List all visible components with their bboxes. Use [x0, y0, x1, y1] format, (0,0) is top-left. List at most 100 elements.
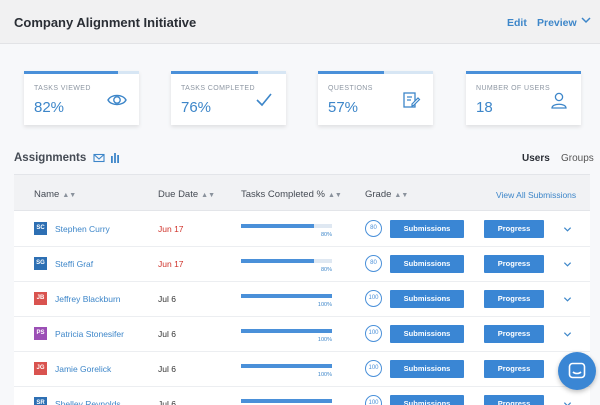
check-icon — [256, 93, 272, 107]
mail-icon[interactable] — [93, 152, 105, 164]
stat-label: QUESTIONS — [328, 85, 373, 92]
stat-card-number-of-users: NUMBER OF USERS 18 — [466, 71, 581, 125]
progress-button[interactable]: Progress — [484, 325, 544, 343]
column-header-tasks-completed[interactable]: Tasks Completed % ▲▼ — [241, 189, 342, 200]
edit-link[interactable]: Edit — [507, 17, 527, 29]
bar-chart-icon[interactable] — [109, 152, 121, 164]
due-date: Jul 6 — [158, 294, 176, 304]
chevron-down-icon[interactable] — [580, 14, 592, 26]
completion-percent: 80% — [320, 232, 332, 238]
table-row: SG Steffi Graf Jun 17 80% 80 Submissions Progr… — [14, 247, 590, 282]
chat-icon — [568, 362, 586, 379]
avatar: JG — [34, 362, 47, 375]
user-name-link[interactable]: Shelley Reynolds — [55, 399, 121, 405]
chevron-down-icon[interactable] — [563, 225, 572, 234]
sort-icon: ▲▼ — [394, 192, 409, 199]
due-date: Jul 6 — [158, 399, 176, 405]
submissions-button[interactable]: Submissions — [390, 360, 464, 378]
completion-progress-fill — [241, 294, 332, 298]
completion-percent: 100% — [317, 302, 332, 308]
user-name-link[interactable]: Patricia Stonesifer — [55, 329, 124, 339]
table-row: JG Jamie Gorelick Jul 6 100% 100 Submissions P… — [14, 352, 590, 387]
table-row: JB Jeffrey Blackburn Jul 6 100% 100 Submissio… — [14, 282, 590, 317]
edit-note-icon — [403, 92, 421, 108]
stat-label: TASKS COMPLETED — [181, 85, 255, 92]
stat-label: NUMBER OF USERS — [476, 85, 551, 92]
column-header-label: Name — [34, 189, 60, 200]
due-date: Jun 17 — [158, 224, 184, 234]
user-name-link[interactable]: Jamie Gorelick — [55, 364, 111, 374]
top-bar: Company Alignment Initiative Edit Previe… — [0, 0, 600, 44]
column-header-grade[interactable]: Grade ▲▼ — [365, 189, 408, 200]
stat-value: 82% — [34, 99, 65, 116]
completion-progress-bar — [241, 364, 332, 368]
column-header-label: Grade — [365, 189, 392, 200]
completion-progress-fill — [241, 399, 332, 403]
due-date: Jul 6 — [158, 364, 176, 374]
due-date: Jun 17 — [158, 259, 184, 269]
table-header: Name ▲▼ Due Date ▲▼ Tasks Completed % ▲▼ Gr… — [14, 175, 590, 211]
completion-percent: 100% — [317, 337, 332, 343]
submissions-button[interactable]: Submissions — [390, 395, 464, 405]
user-name-link[interactable]: Jeffrey Blackburn — [55, 294, 121, 304]
stat-value: 18 — [476, 99, 493, 116]
table-row: PS Patricia Stonesifer Jul 6 100% 100 Submiss… — [14, 317, 590, 352]
grade-badge: 80 — [365, 255, 382, 272]
completion-progress-bar — [241, 259, 332, 263]
user-name-link[interactable]: Steffi Graf — [55, 259, 93, 269]
user-icon — [551, 92, 567, 109]
completion-percent: 100% — [317, 372, 332, 378]
column-header-name[interactable]: Name ▲▼ — [34, 189, 76, 200]
table-row: SC Stephen Curry Jun 17 80% 80 Submissions Pro… — [14, 212, 590, 247]
grade-badge: 100 — [365, 290, 382, 307]
completion-progress-fill — [241, 364, 332, 368]
avatar: SC — [34, 222, 47, 235]
submissions-button[interactable]: Submissions — [390, 220, 464, 238]
chevron-down-icon[interactable] — [563, 330, 572, 339]
completion-progress-fill — [241, 259, 314, 263]
sort-icon: ▲▼ — [327, 192, 342, 199]
submissions-button[interactable]: Submissions — [390, 290, 464, 308]
user-name-link[interactable]: Stephen Curry — [55, 224, 110, 234]
completion-progress-bar — [241, 399, 332, 403]
sort-icon: ▲▼ — [201, 192, 215, 199]
chat-button[interactable] — [558, 352, 596, 390]
chevron-down-icon[interactable] — [563, 260, 572, 269]
completion-percent: 80% — [320, 267, 332, 273]
avatar: SG — [34, 257, 47, 270]
completion-progress-bar — [241, 224, 332, 228]
view-all-submissions-link[interactable]: View All Submissions — [496, 190, 576, 200]
progress-button[interactable]: Progress — [484, 220, 544, 238]
progress-button[interactable]: Progress — [484, 395, 544, 405]
sort-icon: ▲▼ — [62, 192, 77, 199]
progress-button[interactable]: Progress — [484, 290, 544, 308]
stat-value: 57% — [328, 99, 359, 116]
submissions-button[interactable]: Submissions — [390, 255, 464, 273]
chevron-down-icon[interactable] — [563, 295, 572, 304]
table-row: SRShelley ReynoldsJul 6100%100Submission… — [14, 387, 590, 405]
stat-accent-bar — [318, 71, 384, 74]
completion-progress-bar — [241, 329, 332, 333]
due-date: Jul 6 — [158, 329, 176, 339]
chevron-down-icon[interactable] — [563, 400, 572, 405]
avatar: JB — [34, 292, 47, 305]
stat-card-tasks-viewed: TASKS VIEWED 82% — [24, 71, 139, 125]
completion-progress-fill — [241, 329, 332, 333]
grade-badge: 100 — [365, 325, 382, 342]
assignments-table: Name ▲▼ Due Date ▲▼ Tasks Completed % ▲▼ Gr… — [14, 174, 590, 405]
toggle-users[interactable]: Users — [522, 153, 550, 164]
column-header-label: Tasks Completed % — [241, 189, 325, 200]
preview-link[interactable]: Preview — [537, 17, 577, 29]
avatar: PS — [34, 327, 47, 340]
column-header-label: Due Date — [158, 189, 199, 200]
progress-button[interactable]: Progress — [484, 360, 544, 378]
stat-accent-bar — [24, 71, 119, 74]
toggle-groups[interactable]: Groups — [561, 153, 594, 164]
stat-label: TASKS VIEWED — [34, 85, 91, 92]
progress-button[interactable]: Progress — [484, 255, 544, 273]
submissions-button[interactable]: Submissions — [390, 325, 464, 343]
grade-badge: 100 — [365, 395, 382, 405]
column-header-due-date[interactable]: Due Date ▲▼ — [158, 189, 215, 200]
stat-value: 76% — [181, 99, 212, 116]
eye-icon — [107, 94, 127, 106]
